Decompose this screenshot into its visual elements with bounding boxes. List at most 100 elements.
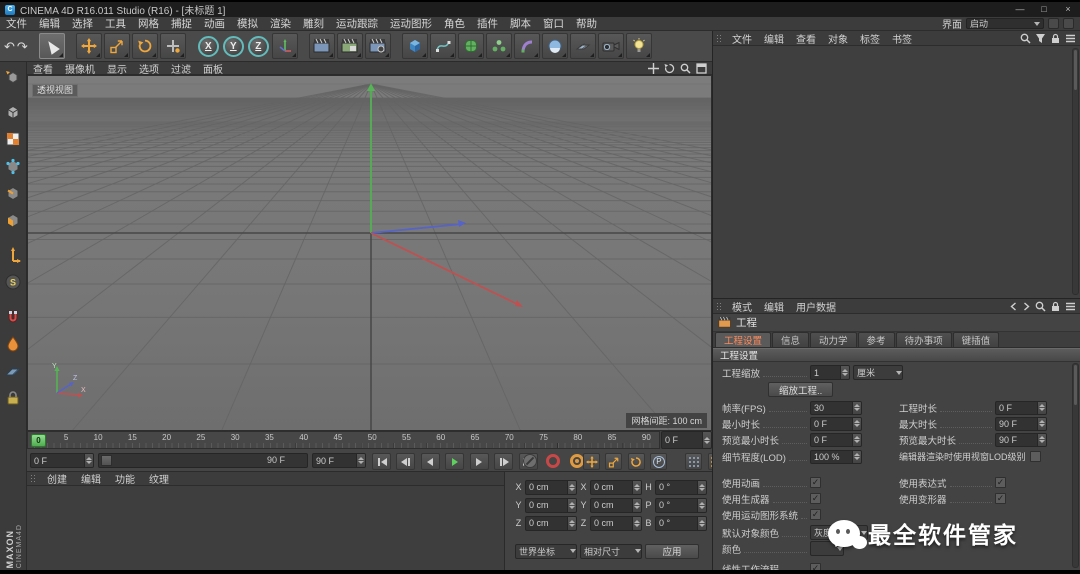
- light-object-button[interactable]: [625, 33, 652, 59]
- enable-axis-button[interactable]: [1, 243, 25, 267]
- record-active-objects-button[interactable]: [523, 454, 537, 468]
- subdivision-surface-button[interactable]: [457, 33, 484, 59]
- minimize-button[interactable]: —: [1008, 2, 1032, 17]
- camera-object-button[interactable]: [597, 33, 624, 59]
- floor-object-button[interactable]: [569, 33, 596, 59]
- menu-4[interactable]: 网格: [132, 16, 165, 31]
- viewport-solo-button[interactable]: S: [1, 270, 25, 294]
- live-selection-button[interactable]: [38, 33, 65, 59]
- lock-z-axis-button[interactable]: Z: [247, 35, 269, 57]
- viewport-menu-1[interactable]: 摄像机: [59, 61, 101, 76]
- history-forward-icon[interactable]: [1022, 301, 1031, 311]
- view-label[interactable]: 透视视图: [32, 84, 79, 97]
- object-menu-2[interactable]: 查看: [790, 31, 822, 46]
- texture-mode-button[interactable]: [1, 127, 25, 151]
- edge-mode-button[interactable]: [1, 181, 25, 205]
- apply-button[interactable]: 应用: [645, 543, 699, 559]
- end-frame-field[interactable]: 90 F: [312, 453, 366, 468]
- rot-b-field[interactable]: 0 °: [655, 515, 707, 531]
- rotate-tool-button[interactable]: [131, 33, 158, 59]
- pos-z-field[interactable]: 0 cm: [525, 515, 577, 531]
- cube-primitive-button[interactable]: [401, 33, 428, 59]
- polygon-mode-button[interactable]: [1, 208, 25, 232]
- environment-sky-button[interactable]: [541, 33, 568, 59]
- section-header[interactable]: 工程设置: [713, 348, 1080, 362]
- record-position-toggle[interactable]: [583, 453, 600, 470]
- scrollbar-thumb[interactable]: [1074, 50, 1077, 90]
- keyframe-selection-button[interactable]: [569, 454, 584, 468]
- coordinate-system-button[interactable]: [271, 33, 298, 59]
- lock-icon[interactable]: [1050, 33, 1061, 44]
- menu-14[interactable]: 脚本: [504, 16, 537, 31]
- panel-menu-icon[interactable]: [1065, 33, 1076, 44]
- pin-icon[interactable]: [1063, 18, 1074, 29]
- point-mode-button[interactable]: [1, 154, 25, 178]
- linear-workflow-checkbox[interactable]: ✓: [810, 563, 821, 570]
- scale-tool-button[interactable]: [103, 33, 130, 59]
- undo-button[interactable]: ↶: [4, 40, 15, 53]
- bend-deformer-button[interactable]: [513, 33, 540, 59]
- tab-info[interactable]: 信息: [772, 332, 810, 347]
- menu-10[interactable]: 运动跟踪: [330, 16, 384, 31]
- preview-range-slider[interactable]: 90 F: [98, 453, 308, 468]
- workplane-mode-button[interactable]: [1, 359, 25, 383]
- stepper[interactable]: [356, 454, 365, 467]
- panel-menu-icon[interactable]: [1065, 301, 1076, 312]
- viewport-menu-5[interactable]: 面板: [197, 61, 229, 76]
- current-frame-field[interactable]: 0 F: [30, 453, 94, 468]
- render-settings-button[interactable]: [364, 33, 391, 59]
- orbit-view-icon[interactable]: [664, 63, 675, 74]
- spline-pen-button[interactable]: [429, 33, 456, 59]
- maximize-button[interactable]: □: [1032, 2, 1056, 17]
- use-deformers-checkbox[interactable]: ✓: [995, 493, 1006, 504]
- menu-6[interactable]: 动画: [198, 16, 231, 31]
- object-menu-0[interactable]: 文件: [726, 31, 758, 46]
- menu-15[interactable]: 窗口: [537, 16, 570, 31]
- render-lod-checkbox[interactable]: [1029, 451, 1041, 462]
- lock-workplane-button[interactable]: [1, 386, 25, 410]
- object-menu-5[interactable]: 书签: [886, 31, 918, 46]
- menu-9[interactable]: 雕刻: [297, 16, 330, 31]
- position-mode-select[interactable]: 世界坐标: [515, 543, 577, 559]
- redo-button[interactable]: ↷: [17, 40, 28, 53]
- timeline-ruler[interactable]: 051015202530354045505560657075808590 0: [27, 431, 660, 449]
- material-menu-2[interactable]: 功能: [108, 471, 142, 486]
- project-scale-unit-select[interactable]: 厘米: [853, 365, 903, 380]
- tab-key-interpolation[interactable]: 键插值: [952, 332, 1000, 347]
- menu-5[interactable]: 捕捉: [165, 16, 198, 31]
- menu-0[interactable]: 文件: [0, 16, 33, 31]
- next-key-button[interactable]: [494, 453, 514, 470]
- min-time-field[interactable]: 0 F: [810, 416, 862, 431]
- zoom-view-icon[interactable]: [680, 63, 691, 74]
- previous-frame-button[interactable]: [420, 453, 440, 470]
- rot-h-field[interactable]: 0 °: [655, 479, 707, 495]
- max-time-field[interactable]: 90 F: [995, 416, 1047, 431]
- size-x-field[interactable]: 0 cm: [590, 479, 642, 495]
- pos-y-field[interactable]: 0 cm: [525, 497, 577, 513]
- render-active-view-button[interactable]: [336, 33, 363, 59]
- model-mode-button[interactable]: [1, 100, 25, 124]
- object-menu-4[interactable]: 标签: [854, 31, 886, 46]
- range-slider-handle[interactable]: [101, 455, 112, 466]
- menu-13[interactable]: 插件: [471, 16, 504, 31]
- project-duration-field[interactable]: 0 F: [995, 400, 1047, 415]
- tab-dynamics[interactable]: 动力学: [810, 332, 857, 347]
- play-forward-button[interactable]: [445, 453, 465, 470]
- use-generators-checkbox[interactable]: ✓: [810, 493, 821, 504]
- search-icon[interactable]: [1020, 33, 1031, 44]
- lock-icon[interactable]: [1050, 301, 1061, 312]
- material-menu-1[interactable]: 编辑: [74, 471, 108, 486]
- attribute-menu-2[interactable]: 用户数据: [790, 299, 842, 314]
- tab-referencing[interactable]: 参考: [857, 332, 895, 347]
- menu-11[interactable]: 运动图形: [384, 16, 438, 31]
- viewport-menu-3[interactable]: 选项: [133, 61, 165, 76]
- scrollbar-thumb[interactable]: [1074, 365, 1077, 405]
- goto-start-button[interactable]: [372, 453, 391, 470]
- material-menu-0[interactable]: 创建: [40, 471, 74, 486]
- attribute-scrollbar[interactable]: [1072, 363, 1079, 568]
- history-back-icon[interactable]: [1009, 301, 1018, 311]
- filter-icon[interactable]: [1035, 33, 1046, 44]
- layout-grid-icon[interactable]: [1048, 18, 1059, 29]
- stepper[interactable]: [84, 454, 93, 467]
- object-menu-3[interactable]: 对象: [822, 31, 854, 46]
